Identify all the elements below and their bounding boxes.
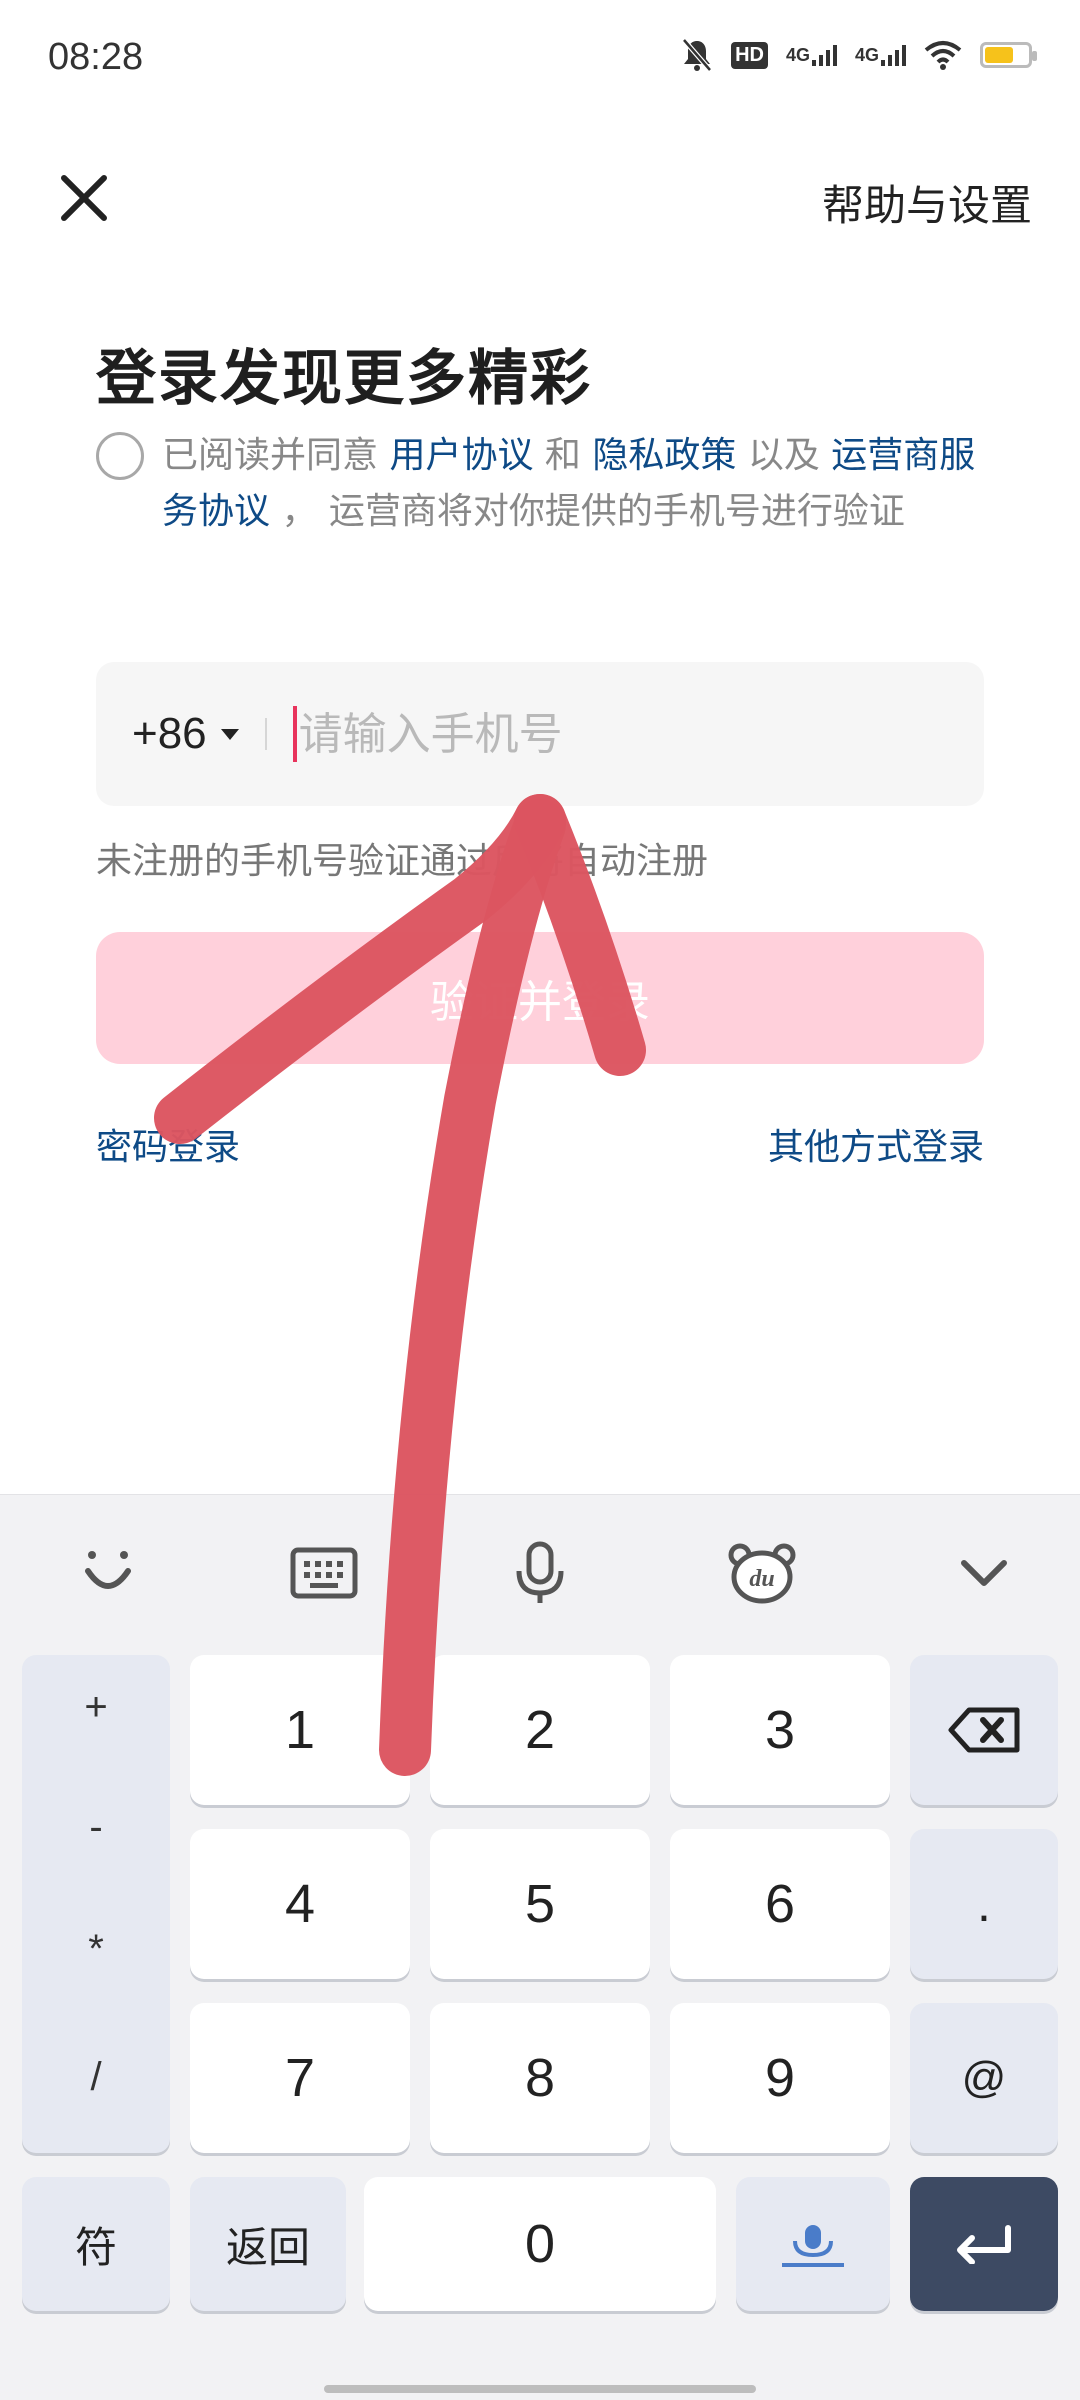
symbol-key[interactable]: 符	[22, 2177, 170, 2311]
key-divide[interactable]: /	[22, 2055, 170, 2100]
enter-key[interactable]	[910, 2177, 1058, 2311]
chevron-down-icon[interactable]	[944, 1533, 1024, 1613]
key-3[interactable]: 3	[670, 1655, 890, 1805]
svg-text:du: du	[749, 1566, 774, 1592]
help-settings-link[interactable]: 帮助与设置	[822, 172, 1032, 233]
status-time: 08:28	[48, 36, 144, 78]
key-7[interactable]: 7	[190, 2003, 410, 2153]
phone-input-box: +86	[96, 662, 984, 806]
user-agreement-link[interactable]: 用户协议	[389, 435, 533, 476]
close-icon	[61, 175, 107, 221]
key-plus[interactable]: +	[22, 1685, 170, 1730]
backspace-key[interactable]	[910, 1655, 1058, 1805]
verify-login-button[interactable]: 验证并登录	[96, 932, 984, 1064]
number-keyboard: du + - * / 1 2 3 4 5 6 . 7 8 9 @ 符 返回 0	[0, 1494, 1080, 2400]
symbol-column: + - * /	[22, 1655, 170, 2153]
country-code: +86	[132, 709, 207, 758]
close-button[interactable]	[54, 168, 114, 228]
voice-input-key[interactable]	[736, 2177, 890, 2311]
backspace-icon	[948, 1707, 1020, 1753]
caret-down-icon	[220, 728, 239, 740]
password-login-link[interactable]: 密码登录	[96, 1118, 240, 1170]
keyboard-toolbar: du	[0, 1495, 1080, 1645]
status-icons: HD 4G 4G	[681, 36, 1037, 74]
signal-icon-1: 4G	[786, 36, 837, 74]
hd-icon: HD	[731, 36, 768, 74]
text-cursor	[292, 706, 297, 762]
register-hint: 未注册的手机号验证通过后将自动注册	[96, 841, 709, 882]
key-9[interactable]: 9	[670, 2003, 890, 2153]
status-bar: 08:28 HD 4G 4G	[0, 0, 1080, 120]
enter-icon	[957, 2225, 1011, 2264]
mute-bell-icon	[681, 36, 713, 74]
battery-icon	[980, 36, 1037, 74]
agreement-row: 已阅读并同意 用户协议 和 隐私政策 以及 运营商服务协议 ， 运营商将对你提供…	[96, 428, 996, 540]
key-1[interactable]: 1	[190, 1655, 410, 1805]
wifi-icon	[924, 36, 962, 74]
key-6[interactable]: 6	[670, 1829, 890, 1979]
signal-icon-2: 4G	[855, 36, 906, 74]
page-title: 登录发现更多精彩	[96, 344, 592, 414]
smile-icon[interactable]	[68, 1533, 148, 1613]
voice-input-icon	[782, 2225, 844, 2267]
key-5[interactable]: 5	[430, 1829, 650, 1979]
key-dot[interactable]: .	[910, 1829, 1058, 1979]
agreement-text: 已阅读并同意 用户协议 和 隐私政策 以及 运营商服务协议 ， 运营商将对你提供…	[162, 435, 976, 532]
key-at[interactable]: @	[910, 2003, 1058, 2153]
privacy-policy-link[interactable]: 隐私政策	[592, 435, 736, 476]
home-indicator	[324, 2385, 756, 2393]
key-4[interactable]: 4	[190, 1829, 410, 1979]
divider	[264, 718, 267, 750]
key-8[interactable]: 8	[430, 2003, 650, 2153]
key-2[interactable]: 2	[430, 1655, 650, 1805]
bear-du-icon[interactable]: du	[722, 1533, 802, 1613]
key-0[interactable]: 0	[364, 2177, 716, 2311]
key-multiply[interactable]: *	[22, 1927, 170, 1972]
microphone-icon[interactable]	[500, 1533, 580, 1613]
agreement-radio[interactable]	[96, 432, 144, 480]
other-login-link[interactable]: 其他方式登录	[768, 1118, 984, 1170]
phone-input[interactable]	[298, 708, 899, 760]
country-code-selector[interactable]: +86	[132, 709, 239, 759]
keyboard-icon[interactable]	[284, 1533, 364, 1613]
key-minus[interactable]: -	[22, 1805, 170, 1850]
back-key[interactable]: 返回	[190, 2177, 346, 2311]
